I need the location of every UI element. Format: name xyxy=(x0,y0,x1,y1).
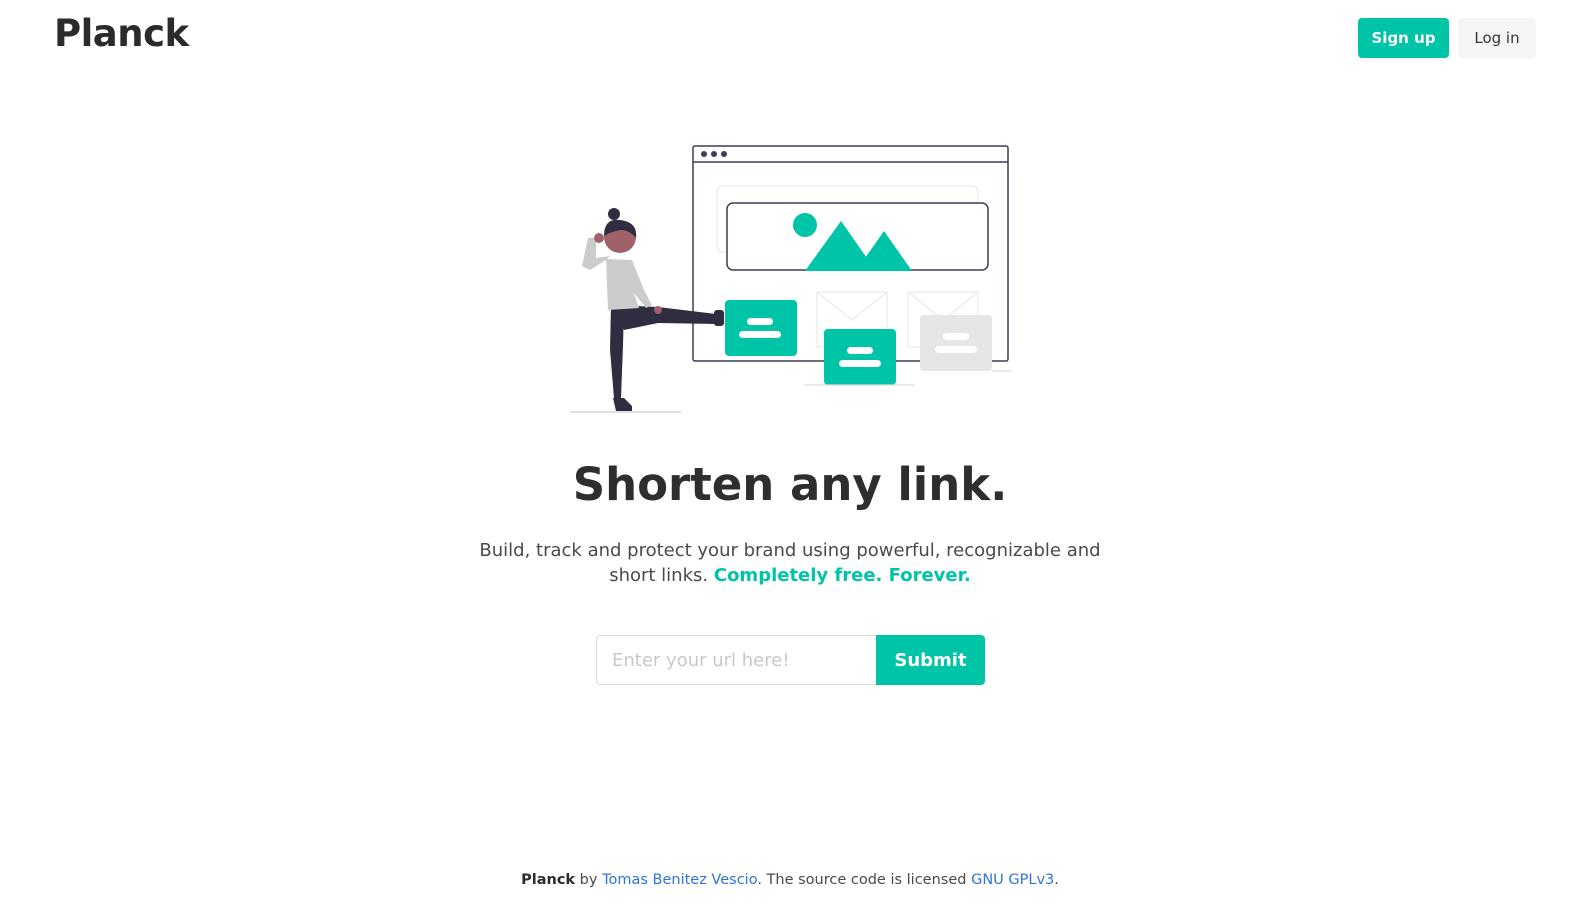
card-icon xyxy=(920,315,992,371)
footer-license-text: . The source code is licensed xyxy=(757,872,967,888)
hero-illustration xyxy=(570,145,1012,413)
navbar: Planck Sign up Log in xyxy=(0,0,1580,78)
window-dot-icon xyxy=(701,151,707,157)
nav-buttons: Sign up Log in xyxy=(1358,18,1536,58)
hero-subtitle: Build, track and protect your brand usin… xyxy=(470,538,1110,588)
license-link[interactable]: GNU GPLv3 xyxy=(971,872,1054,888)
footer-end: . xyxy=(1054,872,1059,888)
author-link[interactable]: Tomas Benitez Vescio xyxy=(602,872,757,888)
url-input[interactable] xyxy=(596,635,876,685)
brand-logo[interactable]: Planck xyxy=(54,12,189,55)
footer-brand: Planck xyxy=(521,872,576,888)
url-shortener-form: Submit xyxy=(596,635,985,685)
sun-icon xyxy=(793,213,817,237)
window-dot-icon xyxy=(721,151,727,157)
window-dot-icon xyxy=(711,151,717,157)
signup-button[interactable]: Sign up xyxy=(1358,18,1449,58)
submit-button[interactable]: Submit xyxy=(876,635,985,685)
hero-title: Shorten any link. xyxy=(572,458,1008,511)
card-icon xyxy=(725,300,797,356)
footer-by-text: by xyxy=(579,872,598,888)
card-icon xyxy=(824,329,896,385)
hero-subtitle-accent: Completely free. Forever. xyxy=(713,565,971,586)
footer: Planck by Tomas Benitez Vescio. The sour… xyxy=(0,872,1580,888)
login-button[interactable]: Log in xyxy=(1458,18,1536,58)
